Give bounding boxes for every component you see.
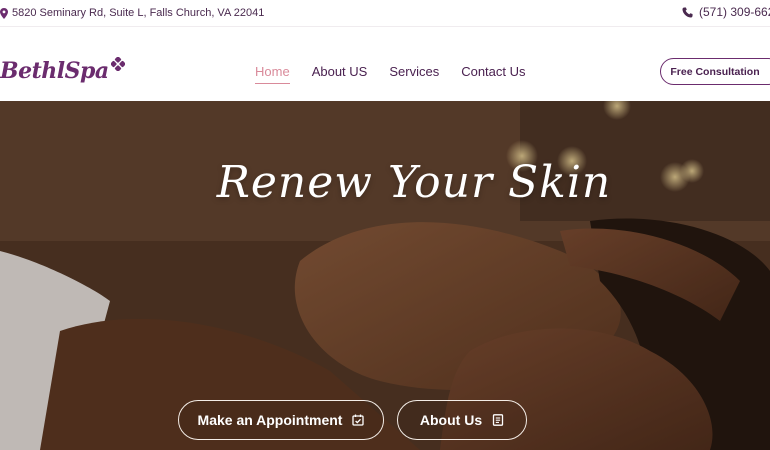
about-us-label[interactable]: About Us: [420, 412, 482, 428]
document-icon: [492, 414, 504, 426]
hero-background-image: [0, 101, 770, 450]
address-text: 5820 Seminary Rd, Suite L, Falls Church,…: [12, 7, 265, 19]
calendar-check-icon: [352, 414, 365, 426]
about-us-button[interactable]: About Us: [397, 400, 527, 440]
phone-text[interactable]: (571) 309-662: [699, 5, 770, 19]
logo[interactable]: BethlSpa: [0, 57, 125, 84]
hero-banner: Renew Your Skin Make an Appointment Abou…: [0, 101, 770, 450]
logo-text[interactable]: BethlSpa: [0, 58, 109, 84]
address: 5820 Seminary Rd, Suite L, Falls Church,…: [0, 7, 264, 19]
make-appointment-label[interactable]: Make an Appointment: [198, 412, 343, 428]
make-appointment-button[interactable]: Make an Appointment: [178, 400, 384, 440]
map-pin-icon: [0, 7, 8, 19]
flower-logo-icon: [110, 57, 125, 71]
phone[interactable]: (571) 309-662: [682, 5, 770, 19]
nav-services[interactable]: Services: [389, 64, 439, 84]
nav-about-us[interactable]: About US: [312, 64, 368, 84]
nav-home[interactable]: Home: [255, 64, 290, 84]
site-header: BethlSpa Home About US Services Contact …: [0, 28, 770, 101]
nav-contact-us[interactable]: Contact Us: [461, 64, 525, 84]
top-info-bar: 5820 Seminary Rd, Suite L, Falls Church,…: [0, 0, 770, 27]
main-nav: Home About US Services Contact Us: [255, 64, 526, 84]
phone-icon: [682, 6, 693, 18]
hero-title: Renew Your Skin: [216, 157, 612, 208]
free-consultation-button[interactable]: Free Consultation: [660, 58, 770, 85]
